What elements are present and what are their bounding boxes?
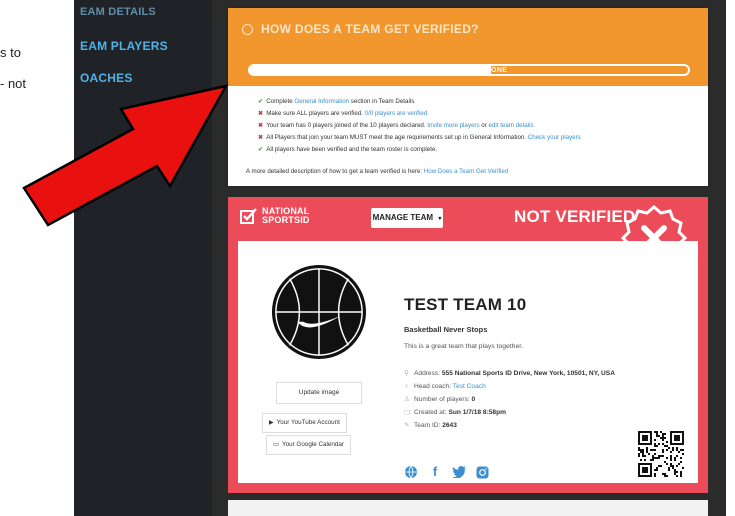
players-label: Number of players: <box>414 396 472 403</box>
social-links: f <box>404 465 489 479</box>
detail-address: ⚲ Address: 555 National Sports ID Drive, … <box>404 367 615 380</box>
checklist-item: ✖ All Players that join your team MUST me… <box>258 132 581 144</box>
players-value: 0 <box>471 396 476 403</box>
globe-icon[interactable] <box>404 465 418 479</box>
detail-created: ▢ Created at: Sun 1/7/18 8:58pm <box>404 406 615 419</box>
whistle-icon: ♀ <box>404 383 409 390</box>
coach-label: Head coach: <box>414 383 453 390</box>
manage-team-button[interactable]: MANAGE TEAM ▾ <box>371 208 443 228</box>
youtube-button-label: Your YouTube Account <box>276 419 340 426</box>
checklist-link[interactable]: Check your players <box>528 134 581 141</box>
team-name: TEST TEAM 10 <box>404 295 527 314</box>
update-image-button[interactable]: Update image <box>276 382 362 404</box>
main-content: HOW DOES A TEAM GET VERIFIED? 55% DONE ✔… <box>228 0 708 516</box>
checklist-text: Make sure ALL players are verified. <box>266 110 365 117</box>
verification-status: NOT VERIFIED <box>514 207 636 226</box>
checklist-item: ✖ Make sure ALL players are verified. 0/0… <box>258 108 581 120</box>
brand-line-2: SPORTSID <box>262 215 310 225</box>
facebook-icon[interactable]: f <box>428 465 442 479</box>
tag-icon: ✎ <box>404 422 410 429</box>
checklist-text: All Players that join your team MUST mee… <box>266 134 528 141</box>
team-id-label: Team ID: <box>414 422 443 429</box>
team-profile: Update image ▶ Your YouTube Account ▭ Your… <box>238 241 698 483</box>
dropdown-caret-icon: ▾ <box>438 216 442 222</box>
verification-title: HOW DOES A TEAM GET VERIFIED? <box>242 22 479 36</box>
verification-header: HOW DOES A TEAM GET VERIFIED? 55% DONE <box>228 8 708 86</box>
calendar-icon: ▭ <box>273 441 279 448</box>
qr-code <box>638 431 684 477</box>
check-icon: ✔ <box>258 146 264 153</box>
user-icon: ♙ <box>404 396 410 403</box>
created-label: Created at: <box>414 409 449 416</box>
checklist-text: section in Team Details <box>349 98 415 105</box>
checklist-item: ✔ Complete General Information section in… <box>258 96 581 108</box>
detail-team-id: ✎ Team ID: 2643 <box>404 419 615 432</box>
coach-link[interactable]: Test Coach <box>453 383 486 390</box>
twitter-icon[interactable] <box>452 466 466 478</box>
manage-team-label: MANAGE TEAM <box>372 213 434 222</box>
team-about: This is a great team that plays together… <box>404 343 524 350</box>
description-text: A more detailed description of how to ge… <box>246 168 424 175</box>
verification-card: HOW DOES A TEAM GET VERIFIED? 55% DONE ✔… <box>228 8 708 186</box>
checklist-link[interactable]: General Information <box>294 98 349 105</box>
circle-check-icon <box>242 23 253 35</box>
cross-icon: ✖ <box>258 122 264 129</box>
verification-description: A more detailed description of how to ge… <box>246 168 508 175</box>
detail-players: ♙ Number of players: 0 <box>404 393 615 406</box>
team-logo-basketball <box>271 264 367 360</box>
map-pin-icon: ⚲ <box>404 370 409 377</box>
national-sportsid-logo: NATIONAL SPORTSID <box>240 207 318 225</box>
progress-label: 55% DONE <box>468 67 508 74</box>
checklist-link[interactable]: edit team details <box>489 122 534 129</box>
checklist-link[interactable]: Invite more players <box>427 122 479 129</box>
team-tagline: Basketball Never Stops <box>404 325 488 334</box>
cross-icon: ✖ <box>258 110 264 117</box>
checklist-text: Your team has 0 players joined of the 10… <box>266 122 428 129</box>
check-icon: ✔ <box>258 98 264 105</box>
red-arrow-annotation <box>22 84 229 227</box>
team-id-value: 2643 <box>442 422 457 429</box>
brand-check-icon <box>240 208 257 224</box>
created-value: Sun 1/7/18 8:58pm <box>448 409 506 416</box>
checklist-item: ✔ All players have been verified and the … <box>258 144 581 156</box>
calendar-icon: ▢ <box>404 409 411 416</box>
verification-title-text: HOW DOES A TEAM GET VERIFIED? <box>261 22 479 36</box>
team-card: NATIONAL SPORTSID MANAGE TEAM ▾ NOT VERI… <box>228 197 708 493</box>
brand-text: NATIONAL SPORTSID <box>262 207 318 225</box>
calendar-button-label: Your Google Calendar <box>281 441 345 448</box>
cross-icon: ✖ <box>258 134 264 141</box>
checklist-item: ✖ Your team has 0 players joined of the 1… <box>258 120 581 132</box>
checklist-link[interactable]: 0/0 players are verified <box>365 110 428 117</box>
next-card-edge <box>228 500 708 516</box>
google-calendar-button[interactable]: ▭ Your Google Calendar <box>266 435 352 455</box>
address-label: Address: <box>414 370 442 377</box>
detail-coach: ♀ Head coach: Test Coach <box>404 380 615 393</box>
address-value: 555 National Sports ID Drive, New York, … <box>441 370 615 377</box>
checklist-text: All players have been verified and the t… <box>266 146 438 153</box>
checklist-text: Complete <box>266 98 295 105</box>
checklist-text: or <box>479 122 489 129</box>
team-details-list: ⚲ Address: 555 National Sports ID Drive, … <box>404 367 615 432</box>
youtube-icon: ▶ <box>269 420 274 426</box>
progress-fill <box>250 66 491 74</box>
verification-checklist: ✔ Complete General Information section in… <box>258 96 581 156</box>
instagram-icon[interactable] <box>476 466 489 479</box>
description-link[interactable]: How Does a Team Get Verified <box>424 168 509 175</box>
youtube-account-button[interactable]: ▶ Your YouTube Account <box>262 413 347 433</box>
